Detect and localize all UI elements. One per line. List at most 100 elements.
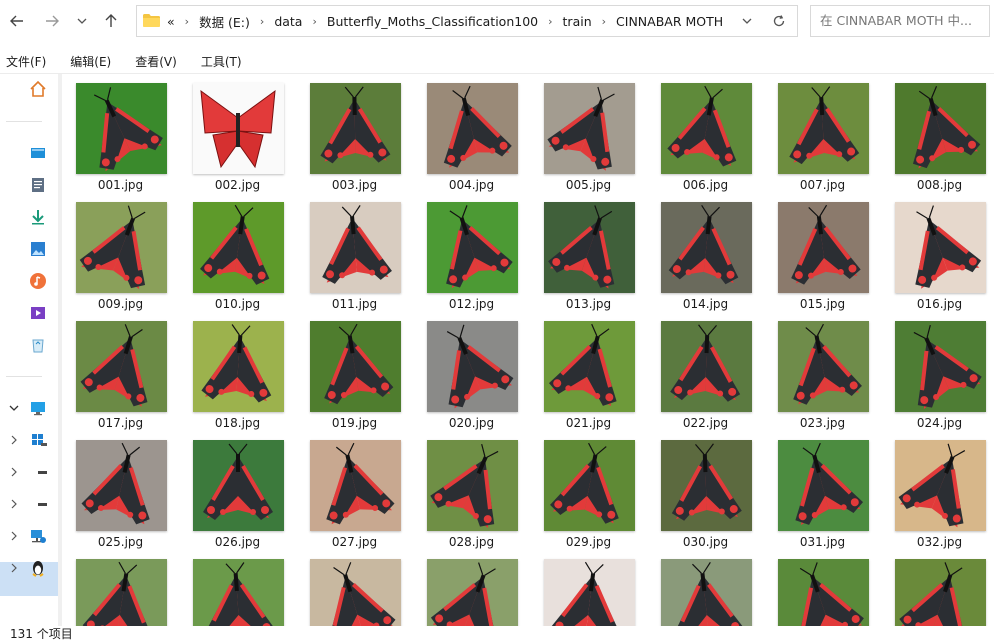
moth-icon — [200, 89, 276, 169]
menu-edit[interactable]: 编辑(E) — [64, 50, 111, 72]
forward-button[interactable] — [40, 9, 64, 33]
recent-locations-button[interactable] — [70, 9, 94, 33]
sidebar-item-drive[interactable] — [28, 462, 48, 482]
file-item[interactable]: 011.jpg — [296, 195, 413, 314]
thumbnail-image — [427, 83, 518, 174]
file-item[interactable]: 013.jpg — [530, 195, 647, 314]
file-item[interactable]: 016.jpg — [881, 195, 994, 314]
file-item[interactable]: 006.jpg — [647, 76, 764, 195]
file-item[interactable]: 019.jpg — [296, 314, 413, 433]
sidebar-item-documents[interactable] — [28, 175, 48, 195]
sidebar-item-downloads[interactable] — [28, 207, 48, 227]
linux-icon — [32, 561, 44, 577]
file-item[interactable]: 004.jpg — [413, 76, 530, 195]
file-item[interactable]: 023.jpg — [764, 314, 881, 433]
sidebar-item-desktop[interactable] — [28, 143, 48, 163]
sidebar-item-this-pc[interactable] — [28, 398, 48, 418]
file-item[interactable]: 024.jpg — [881, 314, 994, 433]
file-item[interactable]: 032.jpg — [881, 433, 994, 552]
moth-icon — [671, 443, 742, 521]
refresh-button[interactable] — [769, 11, 789, 31]
chevron-right-icon — [11, 531, 17, 541]
file-item[interactable]: 003.jpg — [296, 76, 413, 195]
file-item[interactable]: 015.jpg — [764, 195, 881, 314]
address-bar[interactable]: « › 数据 (E:) › data › Butterfly_Moths_Cla… — [136, 5, 798, 37]
file-item[interactable]: 025.jpg — [62, 433, 179, 552]
thumbnail-image — [895, 559, 986, 626]
thumbnail-image — [778, 83, 869, 174]
breadcrumb-overflow[interactable]: « — [165, 14, 177, 29]
file-item[interactable]: 020.jpg — [413, 314, 530, 433]
file-item[interactable]: 018.jpg — [179, 314, 296, 433]
file-item[interactable]: 017.jpg — [62, 314, 179, 433]
expand-linux-button[interactable] — [8, 562, 20, 574]
moth-icon — [915, 205, 982, 289]
file-item[interactable]: 031.jpg — [764, 433, 881, 552]
back-button[interactable] — [5, 9, 29, 33]
thumbnail-image — [193, 321, 284, 412]
sidebar-item-music[interactable] — [28, 271, 48, 291]
moth-icon — [328, 562, 396, 626]
file-item[interactable] — [881, 552, 994, 626]
sidebar-item-drive-c[interactable] — [28, 430, 48, 450]
file-item[interactable]: 012.jpg — [413, 195, 530, 314]
thumbnail-image — [193, 202, 284, 293]
file-name: 024.jpg — [916, 416, 963, 430]
file-item[interactable] — [179, 552, 296, 626]
file-item[interactable]: 027.jpg — [296, 433, 413, 552]
file-item[interactable] — [413, 552, 530, 626]
file-item[interactable] — [764, 552, 881, 626]
sidebar-item-recycle-bin[interactable] — [28, 335, 48, 355]
expand-drive-button[interactable] — [8, 498, 20, 510]
sidebar-item-network[interactable] — [28, 526, 48, 546]
menu-view[interactable]: 查看(V) — [129, 50, 177, 72]
file-name: 025.jpg — [97, 535, 144, 549]
file-item[interactable] — [62, 552, 179, 626]
menu-file[interactable]: 文件(F) — [0, 50, 46, 72]
file-item[interactable]: 009.jpg — [62, 195, 179, 314]
file-item[interactable]: 008.jpg — [881, 76, 994, 195]
file-name: 010.jpg — [214, 297, 261, 311]
file-item[interactable]: 029.jpg — [530, 433, 647, 552]
file-item[interactable] — [530, 552, 647, 626]
sidebar-item-linux[interactable] — [28, 558, 48, 578]
expand-this-pc-button[interactable] — [8, 402, 20, 414]
moth-icon — [547, 86, 615, 171]
moth-icon — [201, 324, 272, 403]
file-item[interactable]: 028.jpg — [413, 433, 530, 552]
breadcrumb-item[interactable]: Butterfly_Moths_Classification100 — [325, 14, 540, 29]
file-item[interactable] — [647, 552, 764, 626]
moth-icon — [446, 324, 514, 409]
file-item[interactable] — [296, 552, 413, 626]
file-item[interactable]: 022.jpg — [647, 314, 764, 433]
thumbnail-image — [427, 559, 518, 626]
breadcrumb-item[interactable]: 数据 (E:) — [197, 12, 252, 31]
expand-drive-button[interactable] — [8, 434, 20, 446]
file-item[interactable]: 002.jpg — [179, 76, 296, 195]
chevron-right-icon — [11, 435, 17, 445]
sidebar-item-drive-e[interactable] — [28, 494, 48, 514]
sidebar-item-pictures[interactable] — [28, 239, 48, 259]
address-history-button[interactable] — [739, 13, 755, 29]
file-item[interactable]: 026.jpg — [179, 433, 296, 552]
file-item[interactable]: 014.jpg — [647, 195, 764, 314]
expand-network-button[interactable] — [8, 530, 20, 542]
menu-tools[interactable]: 工具(T) — [195, 50, 242, 72]
divider — [6, 121, 42, 122]
expand-drive-button[interactable] — [8, 466, 20, 478]
file-item[interactable]: 010.jpg — [179, 195, 296, 314]
file-item[interactable]: 021.jpg — [530, 314, 647, 433]
search-input[interactable]: 在 CINNABAR MOTH 中... — [810, 5, 990, 37]
up-button[interactable] — [99, 9, 123, 33]
file-item[interactable]: 005.jpg — [530, 76, 647, 195]
breadcrumb-item[interactable]: train — [561, 14, 594, 29]
breadcrumb-item[interactable]: data — [272, 14, 304, 29]
file-item[interactable]: 007.jpg — [764, 76, 881, 195]
documents-icon — [32, 178, 44, 192]
sidebar-item-videos[interactable] — [28, 303, 48, 323]
moth-icon — [551, 561, 621, 626]
sidebar-item-home[interactable] — [28, 79, 48, 99]
breadcrumb-current[interactable]: CINNABAR MOTH — [614, 14, 725, 29]
file-item[interactable]: 001.jpg — [62, 76, 179, 195]
file-item[interactable]: 030.jpg — [647, 433, 764, 552]
